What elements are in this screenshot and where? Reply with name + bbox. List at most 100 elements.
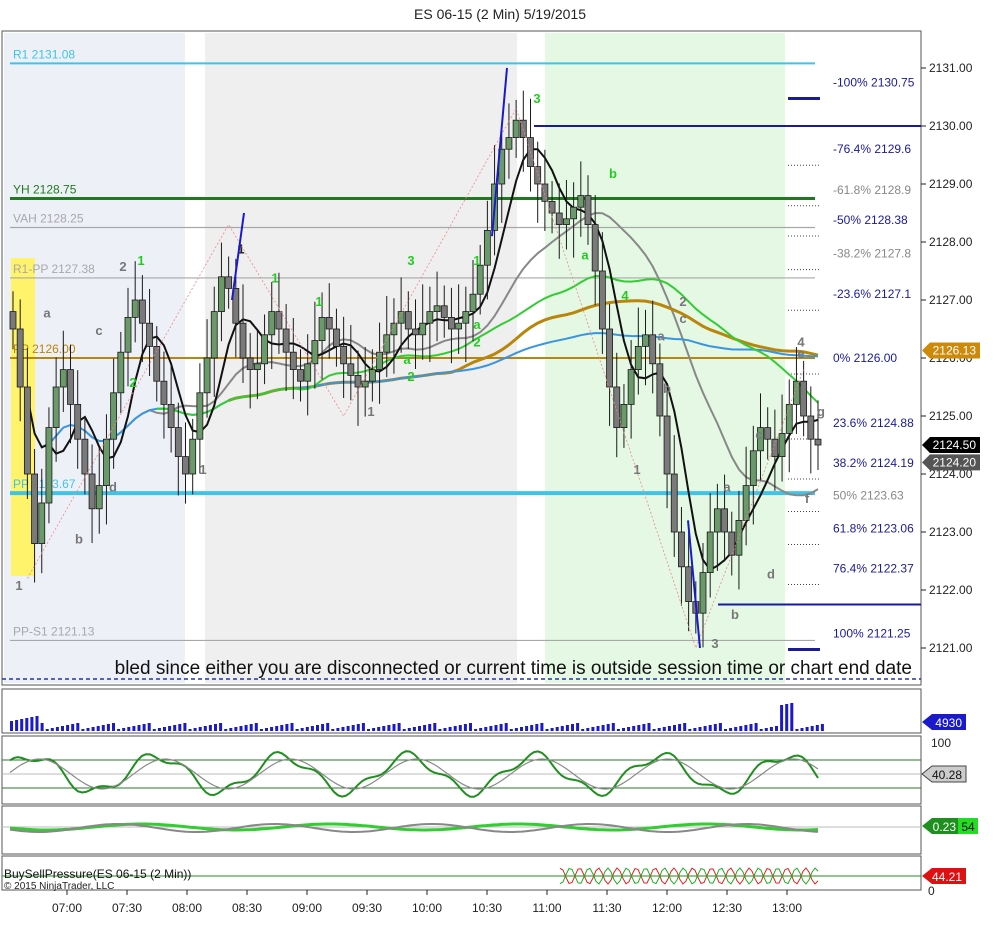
wave-label: b: [663, 381, 671, 396]
volume-bar: [10, 721, 13, 731]
momentum-marker: 0.23 54: [922, 818, 978, 834]
volume-bar: [739, 726, 743, 731]
candle-body: [764, 427, 772, 440]
time-tick-label: 10:00: [412, 901, 442, 915]
price-tick-label: 2131.00: [929, 61, 973, 75]
candle-body: [433, 305, 441, 312]
volume-bar: [489, 726, 493, 731]
volume-bar: [734, 727, 738, 731]
candle-body: [742, 485, 750, 521]
volume-bar: [535, 724, 539, 731]
volume-bar: [142, 724, 146, 731]
volume-bar: [525, 726, 529, 731]
candle-body: [167, 403, 175, 428]
time-tick-label: 10:30: [472, 901, 502, 915]
price-tick-label: 2127.00: [929, 293, 973, 307]
volume-bar: [15, 720, 19, 731]
candle-body: [160, 380, 168, 405]
volume-bar: [673, 725, 676, 731]
candle-body: [613, 386, 621, 428]
volume-bar: [331, 729, 335, 731]
volume-bar: [316, 725, 319, 731]
volume-bar: [805, 727, 809, 731]
candle-body: [448, 316, 455, 330]
volume-bar: [112, 723, 115, 731]
wave-label: b: [731, 607, 739, 622]
volume-bar: [310, 726, 314, 731]
volume-bar: [40, 723, 44, 731]
volume-bar: [550, 728, 554, 731]
volume-bar: [285, 724, 289, 731]
volume-bar: [137, 725, 141, 731]
candle-body: [670, 473, 678, 533]
candle-body: [397, 311, 405, 324]
price-axis: 2131.00 2130.00 2129.00 2128.00 2127.00 2126.…: [921, 61, 980, 655]
candle-body: [455, 322, 463, 330]
volume-bar: [219, 723, 223, 731]
wave-label: 4: [621, 288, 629, 303]
candle-body: [246, 357, 254, 370]
candle-body: [390, 322, 398, 336]
volume-bar: [484, 727, 488, 731]
volume-bar: [622, 728, 625, 731]
candle-body: [9, 311, 17, 330]
volume-bar: [606, 724, 610, 731]
candle-body: [311, 340, 319, 365]
volume-bar: [596, 726, 600, 731]
volume-bar: [183, 723, 187, 731]
volume-bar: [453, 726, 457, 731]
candle-body: [110, 392, 118, 440]
volume-bar: [91, 727, 95, 731]
fib-label: -76.4% 2129.6: [833, 142, 911, 156]
time-tick-label: 12:00: [652, 901, 682, 915]
volume-bar: [815, 725, 819, 731]
volume-bar: [275, 726, 279, 731]
time-tick-label: 13:00: [772, 901, 802, 915]
volume-bar: [35, 716, 39, 731]
volume-bar: [117, 729, 121, 731]
volume-bar: [571, 724, 574, 731]
volume-bar: [657, 728, 661, 731]
candle-body: [656, 363, 664, 417]
volume-bar: [764, 728, 768, 731]
wave-label: 1: [315, 294, 322, 309]
candle-body: [642, 334, 649, 347]
volume-bar: [81, 729, 85, 731]
candle-body: [333, 328, 340, 347]
candle-body: [31, 473, 38, 544]
fib-label: -61.8% 2128.9: [833, 183, 911, 197]
wave-label: 1: [473, 253, 480, 268]
candle-body: [800, 380, 808, 417]
candle-body: [59, 369, 67, 388]
fib-label: 61.8% 2123.06: [833, 522, 914, 536]
time-tick-label: 08:30: [232, 901, 262, 915]
wave-label: c: [95, 323, 102, 338]
volume-bar: [66, 725, 70, 731]
wave-label: 1: [271, 271, 278, 286]
volume-bar: [50, 728, 54, 731]
volume-bar: [280, 725, 284, 731]
wave-label: a: [657, 329, 665, 344]
volume-bar: [611, 723, 615, 731]
volume-bar: [30, 717, 34, 731]
volume-bar: [698, 727, 702, 731]
time-tick-label: 09:30: [352, 901, 382, 915]
candle-body: [749, 450, 757, 486]
wave-label: g: [817, 404, 825, 419]
candle-body: [203, 357, 211, 394]
volume-bar: [214, 724, 217, 731]
candle-body: [505, 137, 513, 150]
stochastic-panel: 100 40.28: [1, 735, 967, 805]
volume-bar: [785, 704, 789, 731]
candle-body: [598, 270, 606, 330]
volume-bar: [616, 729, 620, 731]
candle-body: [117, 351, 125, 394]
candle-body: [304, 363, 312, 382]
time-tick-label: 11:00: [532, 901, 561, 915]
volume-bar: [662, 727, 666, 731]
price-tick-label: 2130.00: [929, 119, 973, 133]
volume-bar: [703, 726, 707, 731]
volume-bar: [101, 725, 105, 731]
volume-bar: [305, 727, 309, 731]
wave-label: b: [75, 532, 83, 547]
